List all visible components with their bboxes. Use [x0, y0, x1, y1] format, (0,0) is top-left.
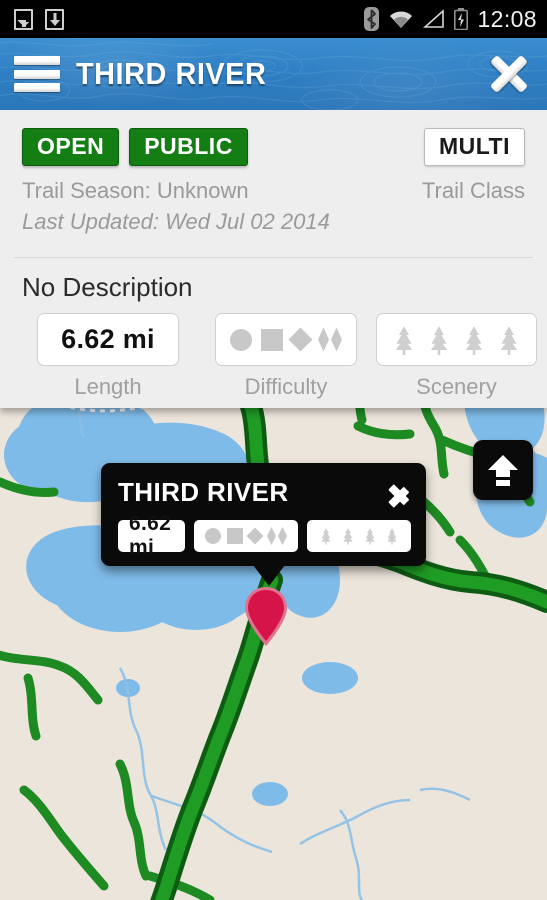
app-header: THIRD RIVER [0, 38, 547, 110]
app-root: THIRD RIVER 6.62 mi OPEN PUBLIC MULTI Tr… [0, 0, 547, 900]
double-diamond-icon [267, 527, 287, 545]
tree-icon [321, 528, 331, 545]
length-box: 6.62 mi [37, 313, 179, 366]
tree-icon [365, 528, 375, 545]
last-updated-text: Last Updated: Wed Jul 02 2014 [22, 209, 330, 234]
upload-arrow-icon [488, 455, 518, 486]
stat-difficulty: Difficulty [196, 313, 376, 400]
status-badge-public: PUBLIC [129, 128, 248, 166]
tree-icon [500, 325, 518, 355]
tree-icon [465, 325, 483, 355]
bluetooth-icon [364, 7, 380, 31]
callout-title: THIRD RIVER [118, 477, 289, 507]
length-label: Length [74, 374, 142, 399]
stat-scenery: Scenery [376, 313, 537, 400]
image-icon [14, 8, 33, 30]
page-title: THIRD RIVER [76, 56, 267, 91]
panel-top: OPEN PUBLIC MULTI Trail Season: Unknown … [0, 110, 547, 247]
callout-length-value: 6.62 mi [129, 512, 172, 559]
signal-icon [423, 9, 445, 28]
difficulty-icons [230, 327, 342, 352]
circle-icon [230, 328, 252, 351]
trail-callout[interactable]: THIRD RIVER 6.62 mi [101, 463, 426, 586]
status-right-icons [364, 7, 469, 31]
difficulty-icons [205, 527, 287, 545]
share-button[interactable] [473, 440, 533, 500]
download-icon [45, 8, 64, 30]
diamond-icon [288, 327, 313, 352]
tree-icon [395, 325, 413, 355]
callout-header: THIRD RIVER [118, 477, 411, 508]
map-pin-marker[interactable] [244, 586, 288, 648]
trail-season-text: Trail Season: Unknown [22, 178, 249, 203]
panel-meta: Trail Season: Unknown Last Updated: Wed … [22, 175, 525, 237]
difficulty-label: Difficulty [244, 374, 328, 399]
trail-detail-panel: OPEN PUBLIC MULTI Trail Season: Unknown … [0, 110, 547, 408]
difficulty-box [215, 313, 357, 366]
tree-icon [387, 528, 397, 545]
scenery-box [376, 313, 537, 366]
wifi-icon [390, 11, 413, 28]
trail-class-badge: MULTI [423, 128, 525, 166]
battery-charging-icon [454, 8, 469, 30]
status-bar: 12:08 [0, 0, 547, 38]
stats-row: 6.62 mi Length Difficulty Scenery [0, 307, 547, 400]
callout-scenery-pill [307, 520, 411, 552]
square-icon [227, 528, 243, 544]
hamburger-icon[interactable] [14, 56, 60, 92]
tree-icon [343, 528, 353, 545]
circle-icon [205, 528, 221, 544]
status-left-icons [14, 8, 64, 30]
trail-class-label: Trail Class [421, 178, 525, 203]
clock: 12:08 [477, 5, 537, 32]
map-pin-icon [245, 587, 287, 646]
length-value: 6.62 mi [61, 324, 155, 354]
stat-length: 6.62 mi Length [20, 313, 196, 400]
callout-length-pill: 6.62 mi [118, 512, 185, 559]
tree-icon [430, 325, 448, 355]
panel-meta-left: Trail Season: Unknown Last Updated: Wed … [22, 175, 422, 237]
diamond-icon [246, 527, 264, 545]
scenery-icons [318, 524, 400, 548]
square-icon [261, 328, 283, 351]
callout-pills: 6.62 mi [118, 512, 411, 559]
close-icon[interactable] [487, 52, 531, 96]
double-diamond-icon [318, 327, 342, 352]
status-badge-open: OPEN [22, 128, 120, 166]
description-text: No Description [22, 272, 193, 302]
callout-difficulty-pill [194, 520, 298, 552]
chevron-right-icon[interactable] [388, 478, 411, 508]
scenery-label: Scenery [416, 374, 497, 399]
status-badge-row: OPEN PUBLIC MULTI [22, 128, 525, 166]
scenery-icons [391, 325, 522, 355]
